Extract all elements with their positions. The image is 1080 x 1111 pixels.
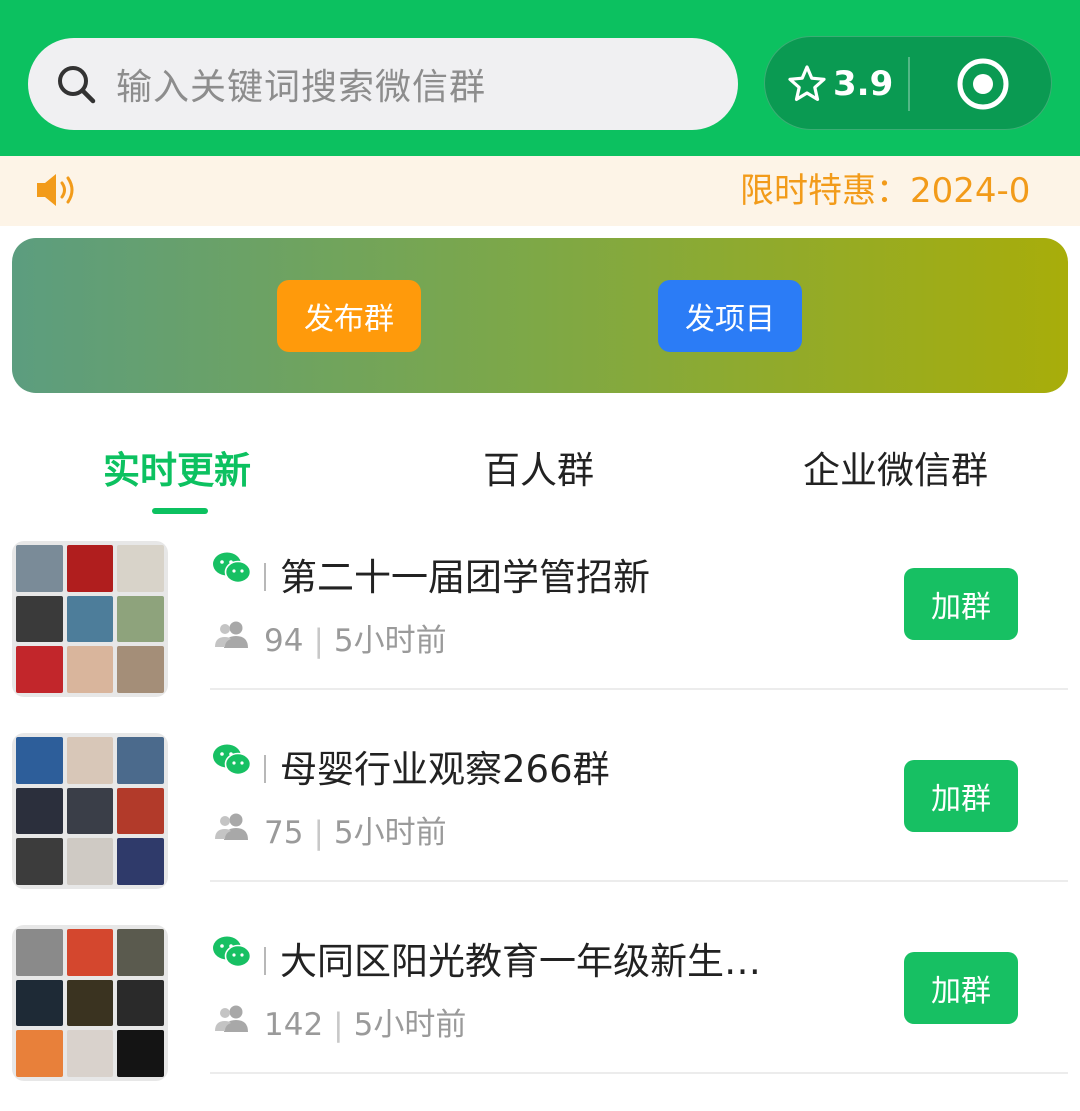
group-avatar (12, 925, 168, 1081)
meta-separator: | (313, 623, 324, 659)
publish-project-button[interactable]: 发项目 (658, 280, 802, 352)
active-tab-indicator (152, 508, 208, 514)
action-banner: 发布群 发项目 (12, 238, 1068, 393)
list-item[interactable]: 第二十一届团学管招新 94 | 5小时前 加群 (0, 535, 1080, 727)
group-meta: 142 | 5小时前 (264, 999, 466, 1044)
group-meta: 75 | 5小时前 (264, 807, 447, 852)
group-name: 大同区阳光教育一年级新生… (280, 940, 761, 983)
row-divider (210, 1072, 1068, 1074)
tab-enterprise-wechat[interactable]: 企业微信群 (803, 440, 988, 494)
list-item[interactable]: 大同区阳光教育一年级新生… 142 | 5小时前 加群 (0, 919, 1080, 1111)
list-item[interactable]: 母婴行业观察266群 75 | 5小时前 加群 (0, 727, 1080, 919)
group-name: 母婴行业观察266群 (280, 748, 610, 791)
tab-hundred-groups[interactable]: 百人群 (483, 440, 594, 494)
update-time: 5小时前 (353, 1007, 467, 1043)
row-divider (210, 688, 1068, 690)
row-divider (210, 880, 1068, 882)
target-icon[interactable] (955, 56, 1011, 112)
star-icon (788, 65, 826, 102)
member-count: 94 (264, 623, 304, 659)
meta-separator: | (313, 815, 324, 851)
rating-button[interactable]: 3.9 (787, 37, 893, 131)
publish-group-button[interactable]: 发布群 (277, 280, 421, 352)
update-time: 5小时前 (333, 623, 447, 659)
wechat-icon (213, 936, 252, 968)
speaker-icon (37, 174, 74, 206)
people-icon (215, 1005, 248, 1032)
group-name: 第二十一届团学管招新 (280, 556, 650, 599)
notice-bar[interactable]: 限时特惠：2024-0 (0, 156, 1080, 226)
group-avatar (12, 733, 168, 889)
people-icon (215, 813, 248, 840)
people-icon (215, 621, 248, 648)
group-avatar (12, 541, 168, 697)
wechat-icon (213, 744, 252, 776)
member-count: 75 (264, 815, 304, 851)
title-divider (264, 563, 266, 591)
search-input[interactable]: 输入关键词搜索微信群 (28, 38, 738, 130)
member-count: 142 (264, 1007, 324, 1043)
capsule-divider (908, 57, 910, 111)
join-group-button[interactable]: 加群 (904, 952, 1018, 1024)
meta-separator: | (333, 1007, 344, 1043)
menu-capsule: 3.9 (764, 36, 1052, 130)
rating-value: 3.9 (833, 64, 894, 104)
join-group-button[interactable]: 加群 (904, 568, 1018, 640)
top-header: 输入关键词搜索微信群 3.9 (0, 0, 1080, 156)
tab-realtime[interactable]: 实时更新 (103, 440, 251, 494)
group-meta: 94 | 5小时前 (264, 615, 447, 660)
notice-marquee: 限时特惠：2024-0 (740, 156, 1048, 226)
tab-bar: 实时更新 百人群 企业微信群 (0, 420, 1080, 520)
wechat-icon (213, 552, 252, 584)
join-group-button[interactable]: 加群 (904, 760, 1018, 832)
update-time: 5小时前 (333, 815, 447, 851)
title-divider (264, 947, 266, 975)
search-placeholder: 输入关键词搜索微信群 (116, 67, 487, 108)
title-divider (264, 755, 266, 783)
search-icon (58, 66, 96, 104)
notice-text: 限时特惠：2024-0 (740, 171, 1031, 211)
